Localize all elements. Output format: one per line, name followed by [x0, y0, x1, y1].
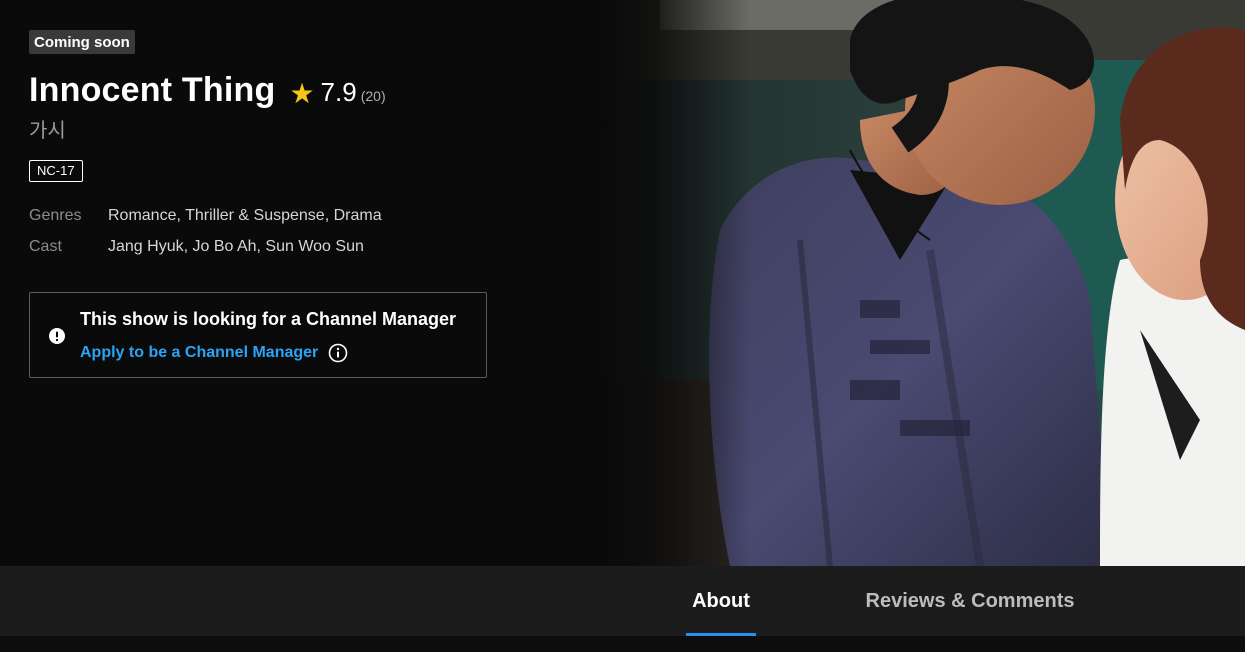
show-page: Coming soon Innocent Thing ★ 7.9 (20) 가시… [0, 0, 1245, 652]
tab-bar: About Reviews & Comments [0, 566, 1245, 636]
show-title: Innocent Thing [29, 71, 276, 109]
genres-label: Genres [29, 207, 82, 224]
tab-about[interactable]: About [686, 566, 756, 636]
hero-gradient-overlay [600, 0, 750, 566]
genres-value: Romance, Thriller & Suspense, Drama [108, 207, 382, 224]
channel-manager-notice: This show is looking for a Channel Manag… [29, 292, 487, 378]
native-title: 가시 [29, 120, 66, 142]
cast-row: Cast Jang Hyuk, Jo Bo Ah, Sun Woo Sun [29, 231, 589, 262]
show-details: Genres Romance, Thriller & Suspense, Dra… [29, 200, 589, 262]
exclamation-circle-icon [49, 328, 65, 344]
channel-manager-message: This show is looking for a Channel Manag… [80, 309, 457, 329]
star-icon: ★ [289, 78, 315, 109]
show-info: Coming soon Innocent Thing ★ 7.9 (20) 가시… [29, 30, 589, 378]
tab-reviews-comments[interactable]: Reviews & Comments [860, 566, 1080, 636]
hero-section: Coming soon Innocent Thing ★ 7.9 (20) 가시… [0, 0, 1245, 566]
rating-score: 7.9 [320, 77, 357, 107]
content-area-top [0, 636, 1245, 652]
title-row: Innocent Thing ★ 7.9 (20) [29, 70, 589, 110]
channel-manager-actions: Apply to be a Channel Manager [80, 343, 348, 363]
genres-row: Genres Romance, Thriller & Suspense, Dra… [29, 200, 589, 231]
tab-about-label: About [692, 589, 750, 612]
coming-soon-badge: Coming soon [29, 30, 135, 54]
cast-label: Cast [29, 238, 62, 255]
rating-votes: (20) [360, 88, 386, 104]
rating: ★ 7.9 (20) [289, 77, 386, 109]
cast-value: Jang Hyuk, Jo Bo Ah, Sun Woo Sun [108, 238, 364, 255]
tab-reviews-label: Reviews & Comments [865, 589, 1075, 612]
apply-channel-manager-link[interactable]: Apply to be a Channel Manager [80, 343, 318, 363]
certification-badge: NC-17 [29, 160, 83, 182]
info-circle-icon[interactable] [328, 343, 348, 363]
